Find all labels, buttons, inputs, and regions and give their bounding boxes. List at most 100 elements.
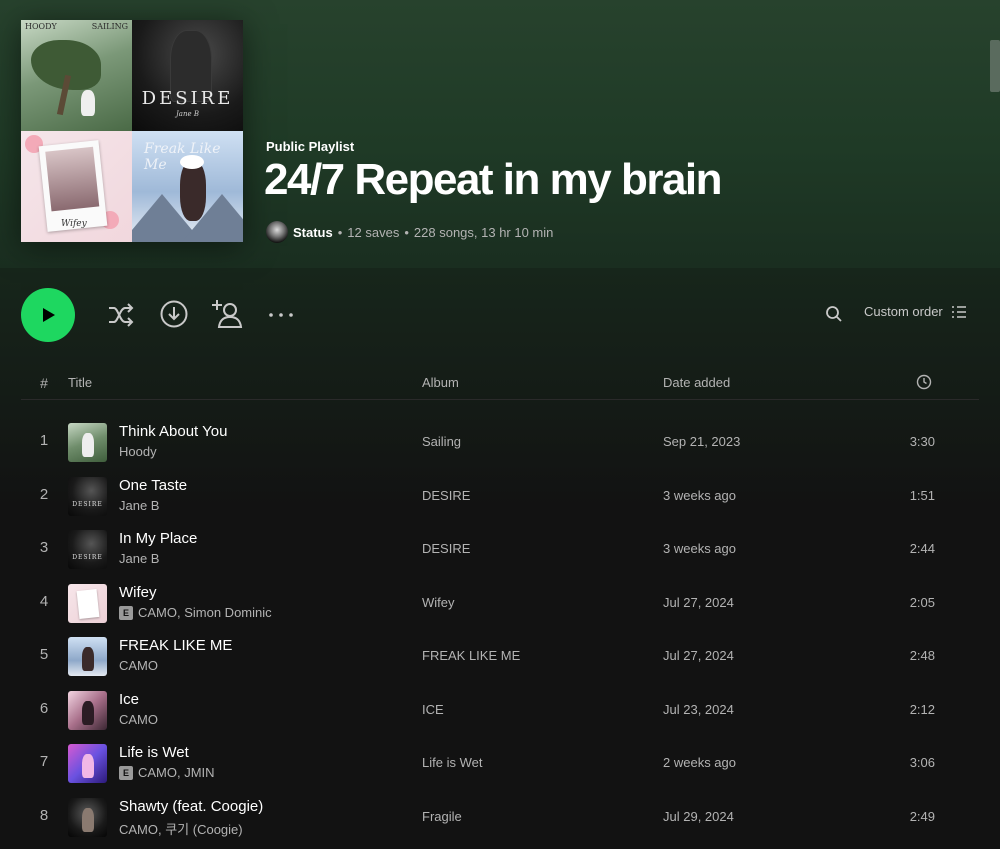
polaroid-image (45, 146, 100, 212)
track-album[interactable]: Fragile (422, 809, 462, 824)
table-row[interactable]: 1 Think About You Hoody Sailing Sep 21, … (21, 416, 979, 468)
track-title[interactable]: In My Place (119, 530, 197, 547)
track-album[interactable]: FREAK LIKE ME (422, 648, 520, 663)
track-artwork (68, 637, 107, 676)
track-album[interactable]: DESIRE (422, 541, 470, 556)
explicit-badge: E (119, 765, 133, 780)
artist-link[interactable]: Hoody (119, 444, 157, 459)
play-icon (43, 308, 55, 322)
artist-link[interactable]: Jane B (119, 551, 159, 566)
page-title[interactable]: 24/7 Repeat in my brain (264, 155, 723, 205)
artist-link[interactable]: CAMO, Simon Dominic (138, 605, 272, 620)
table-row[interactable]: 6 Ice CAMO ICE Jul 23, 2024 2:12 (21, 684, 979, 736)
artwork-figure (82, 808, 94, 832)
artist-link[interactable]: CAMO (119, 712, 158, 727)
play-button[interactable] (21, 288, 75, 342)
track-duration: 2:49 (909, 809, 935, 824)
track-number: 1 (39, 432, 49, 449)
column-header-duration[interactable] (916, 374, 932, 393)
table-row[interactable]: 8 Shawty (feat. Coogie) CAMO, 쿠기 (Coogie… (21, 791, 979, 843)
artwork-polaroid (76, 589, 100, 619)
track-date-added: Jul 27, 2024 (663, 648, 734, 663)
track-number: 2 (39, 486, 49, 503)
track-title[interactable]: Life is Wet (119, 744, 189, 761)
sort-label: Custom order (864, 304, 943, 319)
column-header-title[interactable]: Title (68, 375, 92, 390)
shuffle-button[interactable] (104, 298, 138, 332)
artist-link[interactable]: CAMO, JMIN (138, 765, 215, 780)
artwork-word: DESIRE (72, 554, 103, 561)
add-user-button[interactable] (210, 298, 244, 330)
playlist-cover[interactable]: HOODY SAILING DESIRE Jane B Wifey Freak … (21, 20, 243, 242)
table-row[interactable]: 4 Wifey E CAMO, Simon Dominic Wifey Jul … (21, 577, 979, 629)
track-album[interactable]: Wifey (422, 595, 455, 610)
playlist-type: Public Playlist (266, 139, 355, 154)
track-date-added: Jul 23, 2024 (663, 702, 734, 717)
artwork-figure (82, 754, 94, 778)
column-header-album[interactable]: Album (422, 375, 459, 390)
cover-label-right: SAILING (91, 22, 128, 31)
scrollbar[interactable] (990, 40, 1000, 92)
cover-sub-desire: Jane B (176, 110, 199, 118)
list-icon (951, 305, 966, 318)
track-date-added: Jul 29, 2024 (663, 809, 734, 824)
track-artwork (68, 584, 107, 623)
track-title[interactable]: Ice (119, 691, 139, 708)
cover-tile-freak: Freak Like Me (132, 131, 243, 242)
track-date-added: Jul 27, 2024 (663, 595, 734, 610)
track-date-added: 3 weeks ago (663, 541, 736, 556)
track-album[interactable]: ICE (422, 702, 444, 717)
sort-dropdown[interactable]: Custom order (864, 304, 967, 319)
track-date-added: Sep 21, 2023 (663, 434, 741, 449)
clock-icon (916, 374, 932, 390)
track-title[interactable]: FREAK LIKE ME (119, 637, 232, 654)
avatar[interactable] (266, 221, 288, 243)
track-artist: Jane B (119, 551, 159, 566)
track-title[interactable]: Think About You (119, 423, 227, 440)
track-duration: 3:30 (909, 434, 935, 449)
track-artwork: DESIRE (68, 530, 107, 569)
playlist-stats: 228 songs, 13 hr 10 min (413, 224, 554, 240)
track-artist: CAMO, 쿠기 (Coogie) (119, 819, 243, 838)
track-title[interactable]: One Taste (119, 477, 187, 494)
playlist-meta: Status • 12 saves • 228 songs, 13 hr 10 … (266, 221, 553, 243)
track-number: 6 (39, 700, 49, 717)
artwork-word: DESIRE (72, 501, 103, 508)
table-row[interactable]: 3 DESIRE In My Place Jane B DESIRE 3 wee… (21, 523, 979, 575)
table-row[interactable]: 7 Life is Wet E CAMO, JMIN Life is Wet 2… (21, 737, 979, 789)
track-duration: 2:12 (909, 702, 935, 717)
column-header-number: # (40, 375, 48, 391)
track-artwork (68, 423, 107, 462)
artist-link[interactable]: Jane B (119, 498, 159, 513)
table-row[interactable]: 2 DESIRE One Taste Jane B DESIRE 3 weeks… (21, 470, 979, 522)
search-button[interactable] (824, 304, 844, 324)
track-artwork (68, 798, 107, 837)
artwork-figure (82, 701, 94, 725)
track-title[interactable]: Shawty (feat. Coogie) (119, 798, 263, 815)
column-header-date-added[interactable]: Date added (663, 375, 730, 390)
owner-link[interactable]: Status (293, 225, 333, 240)
download-button[interactable] (158, 298, 190, 330)
track-album[interactable]: Life is Wet (422, 755, 482, 770)
header-divider (21, 399, 979, 400)
cover-label-left: HOODY (25, 22, 57, 31)
track-date-added: 3 weeks ago (663, 488, 736, 503)
explicit-badge: E (119, 605, 133, 620)
cover-word-desire: DESIRE (141, 88, 234, 109)
track-album[interactable]: DESIRE (422, 488, 470, 503)
search-icon (826, 306, 842, 322)
table-row[interactable]: 5 FREAK LIKE ME CAMO FREAK LIKE ME Jul 2… (21, 630, 979, 682)
track-artist: Jane B (119, 498, 159, 513)
track-artist: CAMO (119, 658, 158, 673)
track-album[interactable]: Sailing (422, 434, 461, 449)
track-artist: E CAMO, JMIN (119, 765, 215, 780)
artist-link[interactable]: CAMO, 쿠기 (Coogie) (119, 819, 243, 838)
more-button[interactable] (266, 305, 296, 325)
cover-word-freak: Freak Like Me (144, 141, 221, 173)
track-artist: CAMO (119, 712, 158, 727)
artwork-figure (82, 647, 94, 671)
artist-link[interactable]: CAMO (119, 658, 158, 673)
track-duration: 2:48 (909, 648, 935, 663)
track-title[interactable]: Wifey (119, 584, 157, 601)
track-artwork (68, 691, 107, 730)
